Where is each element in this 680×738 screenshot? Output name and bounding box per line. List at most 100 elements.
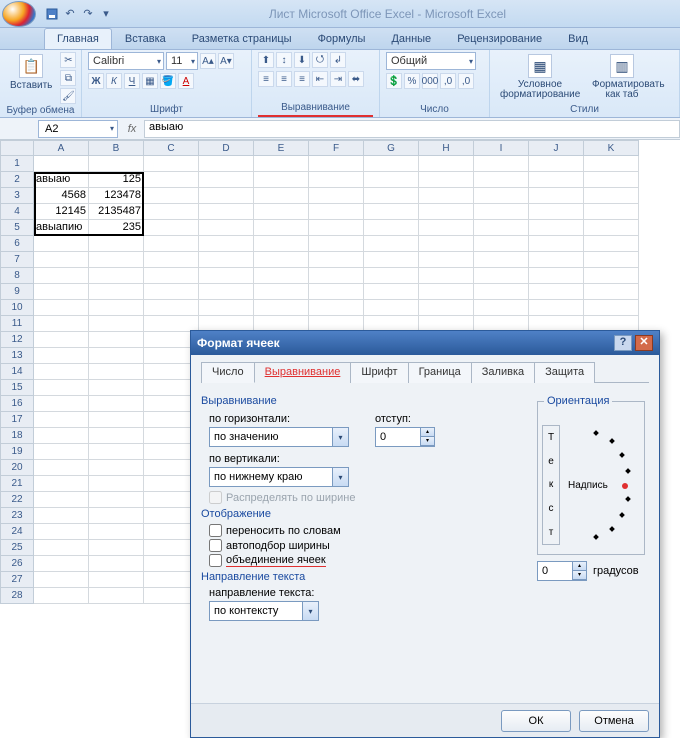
ok-button[interactable]: ОК xyxy=(501,710,571,732)
row-header[interactable]: 8 xyxy=(0,268,34,284)
cell[interactable] xyxy=(199,252,254,268)
office-button[interactable] xyxy=(2,1,36,27)
cell[interactable] xyxy=(199,156,254,172)
cell[interactable] xyxy=(364,220,419,236)
formula-bar[interactable]: авыаю xyxy=(144,120,680,138)
row-header[interactable]: 18 xyxy=(0,428,34,444)
qat-dropdown-icon[interactable]: ▾ xyxy=(98,6,114,22)
cell[interactable] xyxy=(529,268,584,284)
col-header[interactable]: I xyxy=(474,140,529,156)
cancel-button[interactable]: Отмена xyxy=(579,710,649,732)
cell[interactable] xyxy=(254,300,309,316)
cell[interactable] xyxy=(419,284,474,300)
cell[interactable] xyxy=(309,156,364,172)
cell[interactable] xyxy=(89,588,144,604)
cell[interactable] xyxy=(199,284,254,300)
align-middle-icon[interactable]: ↕ xyxy=(276,52,292,68)
cell[interactable] xyxy=(144,284,199,300)
row-header[interactable]: 5 xyxy=(0,220,34,236)
font-name-combo[interactable]: Calibri xyxy=(88,52,164,70)
cell[interactable] xyxy=(34,252,89,268)
cell[interactable] xyxy=(529,204,584,220)
cell[interactable] xyxy=(89,364,144,380)
cell[interactable] xyxy=(584,252,639,268)
cell[interactable] xyxy=(34,396,89,412)
cell[interactable] xyxy=(309,204,364,220)
align-center-icon[interactable]: ≡ xyxy=(276,71,292,87)
merge-icon[interactable]: ⬌ xyxy=(348,71,364,87)
percent-icon[interactable]: % xyxy=(404,73,420,89)
italic-icon[interactable]: К xyxy=(106,73,122,89)
cell[interactable] xyxy=(199,300,254,316)
cell[interactable] xyxy=(34,476,89,492)
cell[interactable] xyxy=(419,156,474,172)
row-header[interactable]: 19 xyxy=(0,444,34,460)
cell[interactable] xyxy=(364,284,419,300)
shrink-font-icon[interactable]: A▾ xyxy=(218,53,234,69)
orient-dial[interactable]: Надпись xyxy=(566,425,638,545)
paste-button[interactable]: 📋 Вставить xyxy=(6,52,56,93)
tab-review[interactable]: Рецензирование xyxy=(444,28,555,49)
cell[interactable] xyxy=(419,172,474,188)
cell[interactable] xyxy=(89,316,144,332)
cell[interactable] xyxy=(34,588,89,604)
cell[interactable] xyxy=(34,556,89,572)
cell[interactable] xyxy=(89,524,144,540)
cell[interactable] xyxy=(474,172,529,188)
dlg-tab-protect[interactable]: Защита xyxy=(534,362,595,383)
row-header[interactable]: 4 xyxy=(0,204,34,220)
cell[interactable] xyxy=(419,236,474,252)
cell[interactable] xyxy=(89,332,144,348)
cell[interactable] xyxy=(34,156,89,172)
row-header[interactable]: 25 xyxy=(0,540,34,556)
cell[interactable] xyxy=(34,524,89,540)
cell[interactable] xyxy=(89,444,144,460)
cell[interactable] xyxy=(34,364,89,380)
cell[interactable] xyxy=(144,188,199,204)
cell[interactable] xyxy=(34,300,89,316)
dlg-tab-fill[interactable]: Заливка xyxy=(471,362,535,383)
row-header[interactable]: 12 xyxy=(0,332,34,348)
cell[interactable] xyxy=(474,236,529,252)
tab-home[interactable]: Главная xyxy=(44,28,112,49)
cell[interactable] xyxy=(529,300,584,316)
row-header[interactable]: 20 xyxy=(0,460,34,476)
row-header[interactable]: 13 xyxy=(0,348,34,364)
tab-view[interactable]: Вид xyxy=(555,28,601,49)
row-header[interactable]: 3 xyxy=(0,188,34,204)
cell[interactable] xyxy=(584,204,639,220)
dlg-tab-align[interactable]: Выравнивание xyxy=(254,362,352,383)
cut-icon[interactable]: ✂ xyxy=(60,52,76,68)
fx-icon[interactable]: fx xyxy=(124,123,140,135)
cell[interactable] xyxy=(89,268,144,284)
cell[interactable] xyxy=(474,188,529,204)
cell[interactable] xyxy=(419,252,474,268)
cell[interactable] xyxy=(419,204,474,220)
cell[interactable] xyxy=(584,284,639,300)
cell[interactable] xyxy=(474,268,529,284)
cell[interactable] xyxy=(584,156,639,172)
cell[interactable] xyxy=(34,348,89,364)
cell[interactable] xyxy=(419,188,474,204)
row-header[interactable]: 17 xyxy=(0,412,34,428)
col-header[interactable]: A xyxy=(34,140,89,156)
cell[interactable] xyxy=(474,220,529,236)
indent-spinner[interactable]: 0▴▾ xyxy=(375,427,435,447)
copy-icon[interactable]: ⧉ xyxy=(60,70,76,86)
cell[interactable] xyxy=(34,412,89,428)
cell[interactable] xyxy=(254,156,309,172)
cell[interactable] xyxy=(199,268,254,284)
cell[interactable] xyxy=(144,268,199,284)
grow-font-icon[interactable]: A▴ xyxy=(200,53,216,69)
cell[interactable] xyxy=(254,220,309,236)
cell[interactable] xyxy=(34,492,89,508)
indent-inc-icon[interactable]: ⇥ xyxy=(330,71,346,87)
cell[interactable] xyxy=(199,236,254,252)
cell[interactable] xyxy=(474,204,529,220)
row-header[interactable]: 9 xyxy=(0,284,34,300)
v-align-select[interactable]: по нижнему краю▾ xyxy=(209,467,349,487)
format-painter-icon[interactable]: 🖌 xyxy=(60,88,76,104)
cell[interactable] xyxy=(34,316,89,332)
col-header[interactable]: H xyxy=(419,140,474,156)
dlg-tab-number[interactable]: Число xyxy=(201,362,255,383)
